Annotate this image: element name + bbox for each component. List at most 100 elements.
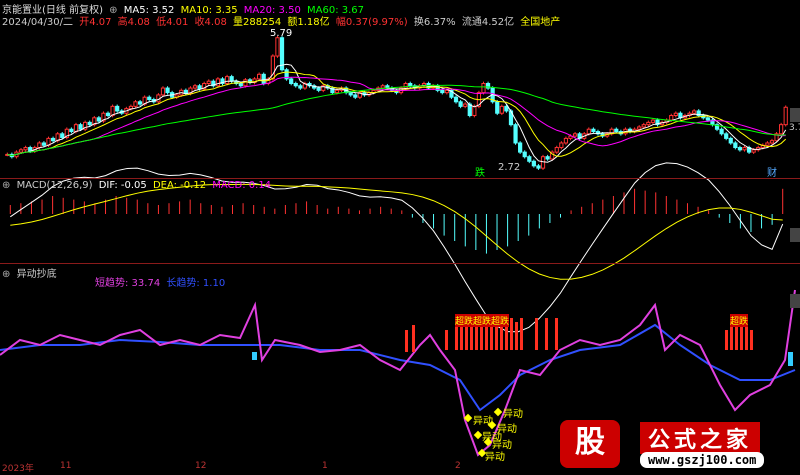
macd-header: ⊕ MACD(12,26,9) DIF: -0.05 DEA: -0.12 MA…: [2, 180, 274, 191]
high-price-label: 5.79: [270, 28, 293, 39]
candle-body: [316, 87, 321, 91]
candle-body: [105, 112, 111, 117]
cai-label: 财: [767, 168, 777, 179]
signal-bar: [460, 325, 463, 350]
candle-body: [444, 89, 449, 94]
candle-body: [559, 142, 564, 149]
candle-body: [380, 85, 385, 89]
signal-bar: [510, 318, 513, 350]
candle-body: [87, 121, 92, 126]
candle-body: [737, 147, 743, 151]
candle-body: [348, 92, 353, 96]
ma10-line: [7, 71, 787, 157]
candle-body: [160, 87, 166, 96]
candle-body: [458, 101, 463, 107]
signal-trend2: 长趋势: 1.10: [166, 278, 226, 289]
yidong-label-6: 异动: [485, 452, 505, 463]
yidong-label-2: 异动: [503, 409, 523, 420]
candle-body: [18, 149, 24, 153]
candle-body: [78, 124, 83, 130]
candle-body: [96, 117, 101, 122]
macd-dif: DIF: -0.05: [98, 180, 147, 191]
scroll-handle-macd[interactable]: [790, 228, 800, 242]
candle-body: [353, 94, 358, 98]
candle-body: [41, 142, 47, 146]
candle-body: [563, 137, 569, 144]
candle-body: [37, 142, 42, 149]
candle-body: [673, 112, 678, 117]
signal-marker: [788, 352, 793, 366]
candle-body: [73, 124, 79, 133]
date-label-4: 2: [455, 461, 461, 471]
candle-body: [192, 85, 198, 89]
candle-body: [536, 165, 541, 169]
candle-body: [545, 156, 550, 160]
watermark: 股 公式之家 www.gszj100.com: [560, 420, 795, 472]
candle-body: [206, 80, 211, 84]
candle-body: [783, 106, 788, 126]
yidong-diamond: [493, 407, 503, 417]
candle-body: [779, 124, 784, 135]
candle-body: [650, 119, 656, 123]
signal-trend: 短趋势: 33.74: [95, 278, 161, 289]
candle-body: [243, 79, 248, 87]
macd-value: MACD: 0.14: [212, 180, 272, 191]
candle-body: [692, 110, 697, 114]
scroll-handle-price[interactable]: [790, 108, 800, 122]
candle-body: [513, 124, 518, 144]
signal-bar: [740, 325, 743, 350]
macd-title[interactable]: MACD(12,26,9): [17, 180, 93, 191]
watermark-title: 公式之家: [640, 422, 761, 454]
signal-bar: [730, 325, 733, 350]
fall-label: 跌: [475, 168, 485, 179]
candle-body: [334, 89, 340, 94]
candle-body: [641, 124, 646, 128]
candle-body: [705, 117, 710, 121]
date-label-0: 2023年: [2, 464, 34, 474]
yidong-diamond: [473, 430, 483, 440]
candle-body: [504, 105, 509, 112]
date-label-1: 11: [60, 461, 72, 471]
candle-body: [472, 105, 477, 117]
candle-body: [408, 82, 413, 87]
macd-dea: DEA: -0.12: [152, 180, 207, 191]
candle-body: [728, 137, 733, 144]
candle-body: [440, 89, 445, 94]
signal-values: 短趋势: 33.74 长趋势: 1.10: [95, 274, 228, 289]
candle-body: [518, 142, 523, 153]
candle-body: [481, 82, 486, 94]
signal-bar: [555, 318, 558, 350]
candle-body: [527, 156, 532, 162]
signal-bar: [520, 318, 523, 350]
candle-body: [531, 160, 536, 167]
signal-title[interactable]: 异动抄底: [17, 269, 57, 280]
signal-marker: [252, 352, 257, 360]
candle-body: [637, 126, 642, 130]
candle-body: [453, 96, 459, 103]
candle-body: [733, 142, 738, 149]
candle-body: [403, 82, 408, 89]
right-price-label: 3.7: [789, 123, 800, 133]
long-trend-line: [0, 323, 796, 412]
candle-body: [719, 128, 724, 135]
candle-body: [499, 105, 504, 114]
macd-settings-icon[interactable]: ⊕: [2, 180, 10, 191]
candle-body: [765, 142, 770, 146]
candle-body: [137, 101, 143, 105]
signal-bar: [445, 330, 448, 350]
candle-body: [133, 101, 138, 107]
scroll-handle-signal[interactable]: [790, 294, 800, 308]
candle-body: [275, 37, 280, 57]
candle-body: [540, 156, 546, 169]
candle-body: [591, 128, 596, 133]
candle-body: [238, 82, 243, 87]
candle-body: [751, 149, 756, 153]
signal-bar: [535, 318, 538, 350]
chart-canvas[interactable]: [0, 0, 800, 475]
candle-body: [128, 105, 134, 110]
date-label-3: 1: [322, 461, 328, 471]
signal-settings-icon[interactable]: ⊕: [2, 269, 10, 280]
ma5-line: [7, 63, 787, 163]
signal-bar: [725, 330, 728, 350]
candle-body: [60, 133, 65, 138]
